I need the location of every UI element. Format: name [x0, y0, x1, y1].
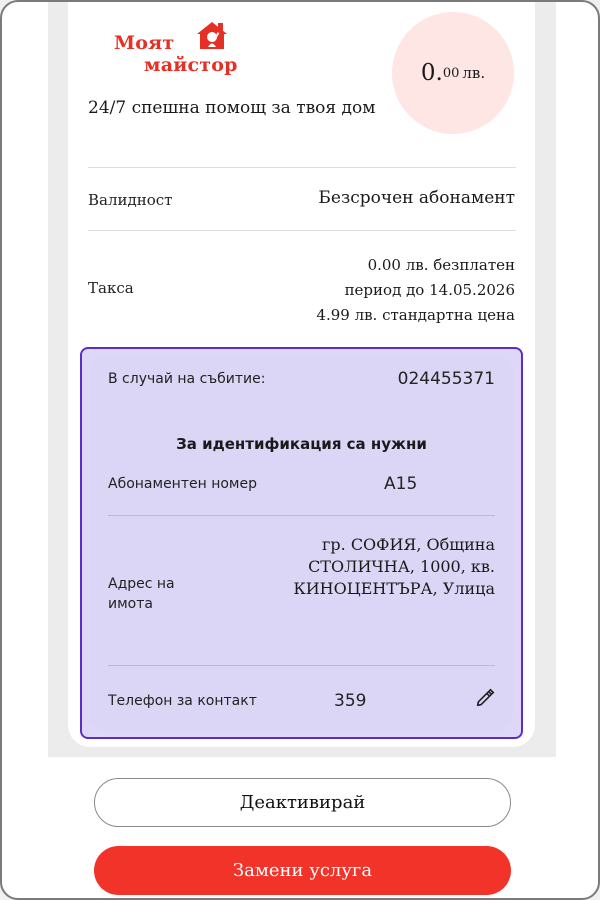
divider [108, 515, 495, 516]
app-frame: Моят майстор 24/7 спешна помощ за твоя д… [0, 0, 600, 900]
price-cents: 00 [442, 65, 460, 81]
subscription-number-value: A15 [384, 474, 418, 494]
house-icon [197, 22, 227, 49]
validity-label: Валидност [88, 191, 173, 209]
property-address: гр. СОФИЯ, Община СТОЛИЧНА, 1000, кв. КИ… [255, 534, 495, 600]
logo-line-2: майстор [144, 54, 238, 76]
contact-phone-label: Телефон за контакт [108, 693, 257, 709]
address-label-line-1: Адрес на [108, 576, 175, 592]
address-line-2: СТОЛИЧНА, 1000, кв. [308, 557, 495, 576]
fee-value: 0.00 лв. безплатен период до 14.05.2026 … [215, 253, 515, 328]
address-line-3: КИНОЦЕНТЪРА, Улица [293, 579, 495, 598]
price-badge: 0. 00 лв. [392, 12, 514, 134]
event-phone[interactable]: 024455371 [398, 369, 495, 389]
event-info-box: В случай на събитие: 024455371 За иденти… [80, 347, 523, 739]
validity-value: Безсрочен абонамент [318, 188, 515, 208]
tagline: 24/7 спешна помощ за твоя дом [88, 98, 376, 118]
contact-phone-value: 359 [334, 691, 367, 711]
logo-line-1: Моят [114, 32, 175, 54]
divider [88, 230, 516, 231]
subscription-card: Моят майстор 24/7 спешна помощ за твоя д… [68, 2, 535, 747]
subscription-number-label: Абонаментен номер [108, 476, 257, 492]
event-label: В случай на събитие: [108, 371, 266, 387]
identification-heading: За идентификация са нужни [176, 435, 427, 453]
address-line-1: гр. СОФИЯ, Община [322, 535, 495, 554]
fee-line-3: 4.99 лв. стандартна цена [316, 306, 515, 324]
divider [88, 167, 516, 168]
address-label: Адрес на имота [108, 574, 175, 614]
price-amount: 0. [420, 60, 443, 86]
deactivate-button[interactable]: Деактивирай [94, 778, 511, 827]
fee-line-1: 0.00 лв. безплатен [367, 256, 515, 274]
divider [108, 665, 495, 666]
address-label-line-2: имота [108, 596, 153, 612]
replace-service-button[interactable]: Замени услуга [94, 846, 511, 895]
brand-logo: Моят майстор [114, 20, 264, 76]
fee-line-2: период до 14.05.2026 [344, 281, 515, 299]
event-info-panel: В случай на събитие: 024455371 За иденти… [90, 355, 513, 731]
price-currency: лв. [462, 64, 486, 82]
scroll-area[interactable]: Моят майстор 24/7 спешна помощ за твоя д… [48, 2, 556, 757]
fee-label: Такса [88, 279, 134, 297]
pencil-icon[interactable] [474, 687, 496, 709]
